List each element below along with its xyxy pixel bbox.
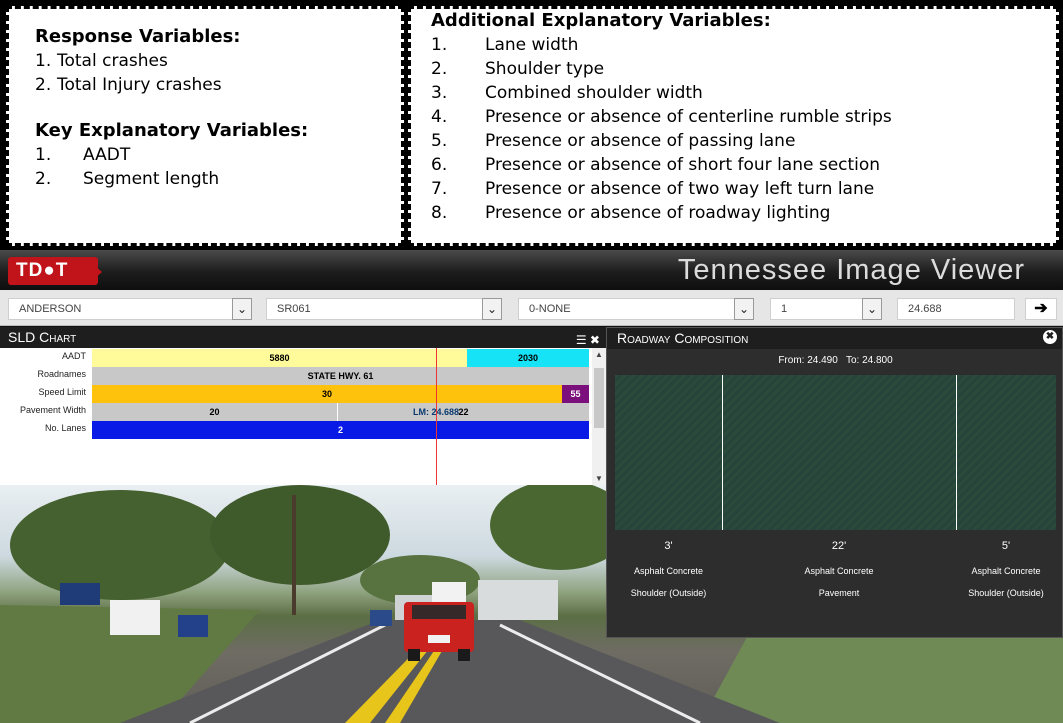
variables-frame: Response Variables: 1. Total crashes 2. To… [0, 0, 1063, 250]
speed-bar-left[interactable]: 30 [92, 385, 562, 403]
lane-strips [615, 328, 1056, 538]
lane-strip-shoulder-right [956, 375, 1056, 530]
response-variable-item: 2. Total Injury crashes [35, 75, 222, 95]
lane-caption-right: 5' Asphalt Concrete Shoulder (Outside) [968, 540, 1044, 598]
roadname-bar[interactable]: STATE HWY. 61 [92, 367, 589, 385]
lanes-bar[interactable]: 2 [92, 421, 589, 439]
chevron-down-icon[interactable]: ⌄ [232, 298, 252, 320]
roadway-composition-panel: Roadway Composition ✖ From: 24.490 To: 2… [606, 327, 1063, 638]
speed-bar-right[interactable]: 55 [562, 385, 589, 403]
variables-left-box: Response Variables: 1. Total crashes 2. To… [6, 6, 404, 246]
row-label-no-lanes: No. Lanes [44, 423, 86, 433]
sld-chart-title: SLD Chart [8, 329, 77, 345]
key-variables-title: Key Explanatory Variables: [35, 120, 309, 141]
additional-variable-item: 1. Lane width [431, 35, 579, 55]
additional-variable-item: 5. Presence or absence of passing lane [431, 131, 796, 151]
row-label-roadnames: Roadnames [37, 369, 86, 379]
image-viewer-app: TD●T Tennessee Image Viewer ANDERSON ⌄ S… [0, 250, 1063, 723]
variables-right-box: Additional Explanatory Variables: 1. Lane… [408, 6, 1059, 246]
lane-caption-center: 22' Asphalt Concrete Pavement [804, 540, 874, 598]
additional-variable-item: 8. Presence or absence of roadway lightin… [431, 203, 831, 223]
aadt-bar-right[interactable]: 2030 [467, 349, 589, 367]
lane-caption-left: 3' Asphalt Concrete Shoulder (Outside) [630, 540, 707, 598]
route-select[interactable]: SR061 ⌄ [266, 298, 502, 320]
tdot-logo: TD●T [8, 257, 98, 285]
chevron-down-icon[interactable]: ⌄ [862, 298, 882, 320]
current-position-line [436, 348, 437, 485]
chevron-down-icon[interactable]: ⌄ [734, 298, 754, 320]
county-select[interactable]: ANDERSON ⌄ [8, 298, 252, 320]
aadt-bar-left[interactable]: 5880 [92, 349, 467, 367]
direction-select[interactable]: 1 ⌄ [770, 298, 882, 320]
additional-variable-item: 2. Shoulder type [431, 59, 605, 79]
row-label-speed-limit: Speed Limit [38, 387, 86, 397]
response-variables-title: Response Variables: [35, 26, 241, 47]
scroll-up-icon[interactable]: ▲ [592, 350, 606, 359]
sld-chart-panel: SLD Chart ☰ ✖ AADT Roadnames Speed Limit… [0, 327, 606, 485]
scroll-down-icon[interactable]: ▼ [592, 474, 606, 483]
response-variable-item: 1. Total crashes [35, 51, 168, 71]
sld-scrollbar[interactable]: ▲ ▼ [592, 348, 606, 485]
row-label-pavement-width: Pavement Width [19, 405, 86, 415]
lane-strip-shoulder-left [615, 375, 722, 530]
additional-variable-item: 7. Presence or absence of two way left tu… [431, 179, 875, 199]
app-title-bar: TD●T Tennessee Image Viewer [0, 250, 1063, 290]
log-mile-input[interactable]: 24.688 [897, 298, 1015, 320]
route-selector-bar: ANDERSON ⌄ SR061 ⌄ 0-NONE ⌄ 1 ⌄ 24.688 ➔ [0, 290, 1063, 326]
key-variable-item: 1. AADT [35, 145, 131, 165]
lane-strip-pavement [722, 375, 956, 530]
go-arrow-icon[interactable]: ➔ [1025, 298, 1057, 320]
tdot-logo-shape [88, 260, 102, 284]
special-case-select[interactable]: 0-NONE ⌄ [518, 298, 754, 320]
sld-chart-header: SLD Chart ☰ ✖ [0, 327, 606, 348]
additional-variables-title: Additional Explanatory Variables: [431, 10, 771, 31]
app-title: Tennessee Image Viewer [677, 254, 1025, 286]
additional-variable-item: 4. Presence or absence of centerline rumb… [431, 107, 892, 127]
pavement-bar-left[interactable]: 20 [92, 403, 337, 421]
key-variable-item: 2. Segment length [35, 169, 220, 189]
additional-variable-item: 6. Presence or absence of short four lane… [431, 155, 881, 175]
row-label-aadt: AADT [61, 351, 86, 361]
additional-variable-item: 3. Combined shoulder width [431, 83, 703, 103]
scroll-thumb[interactable] [594, 368, 604, 428]
chevron-down-icon[interactable]: ⌄ [482, 298, 502, 320]
